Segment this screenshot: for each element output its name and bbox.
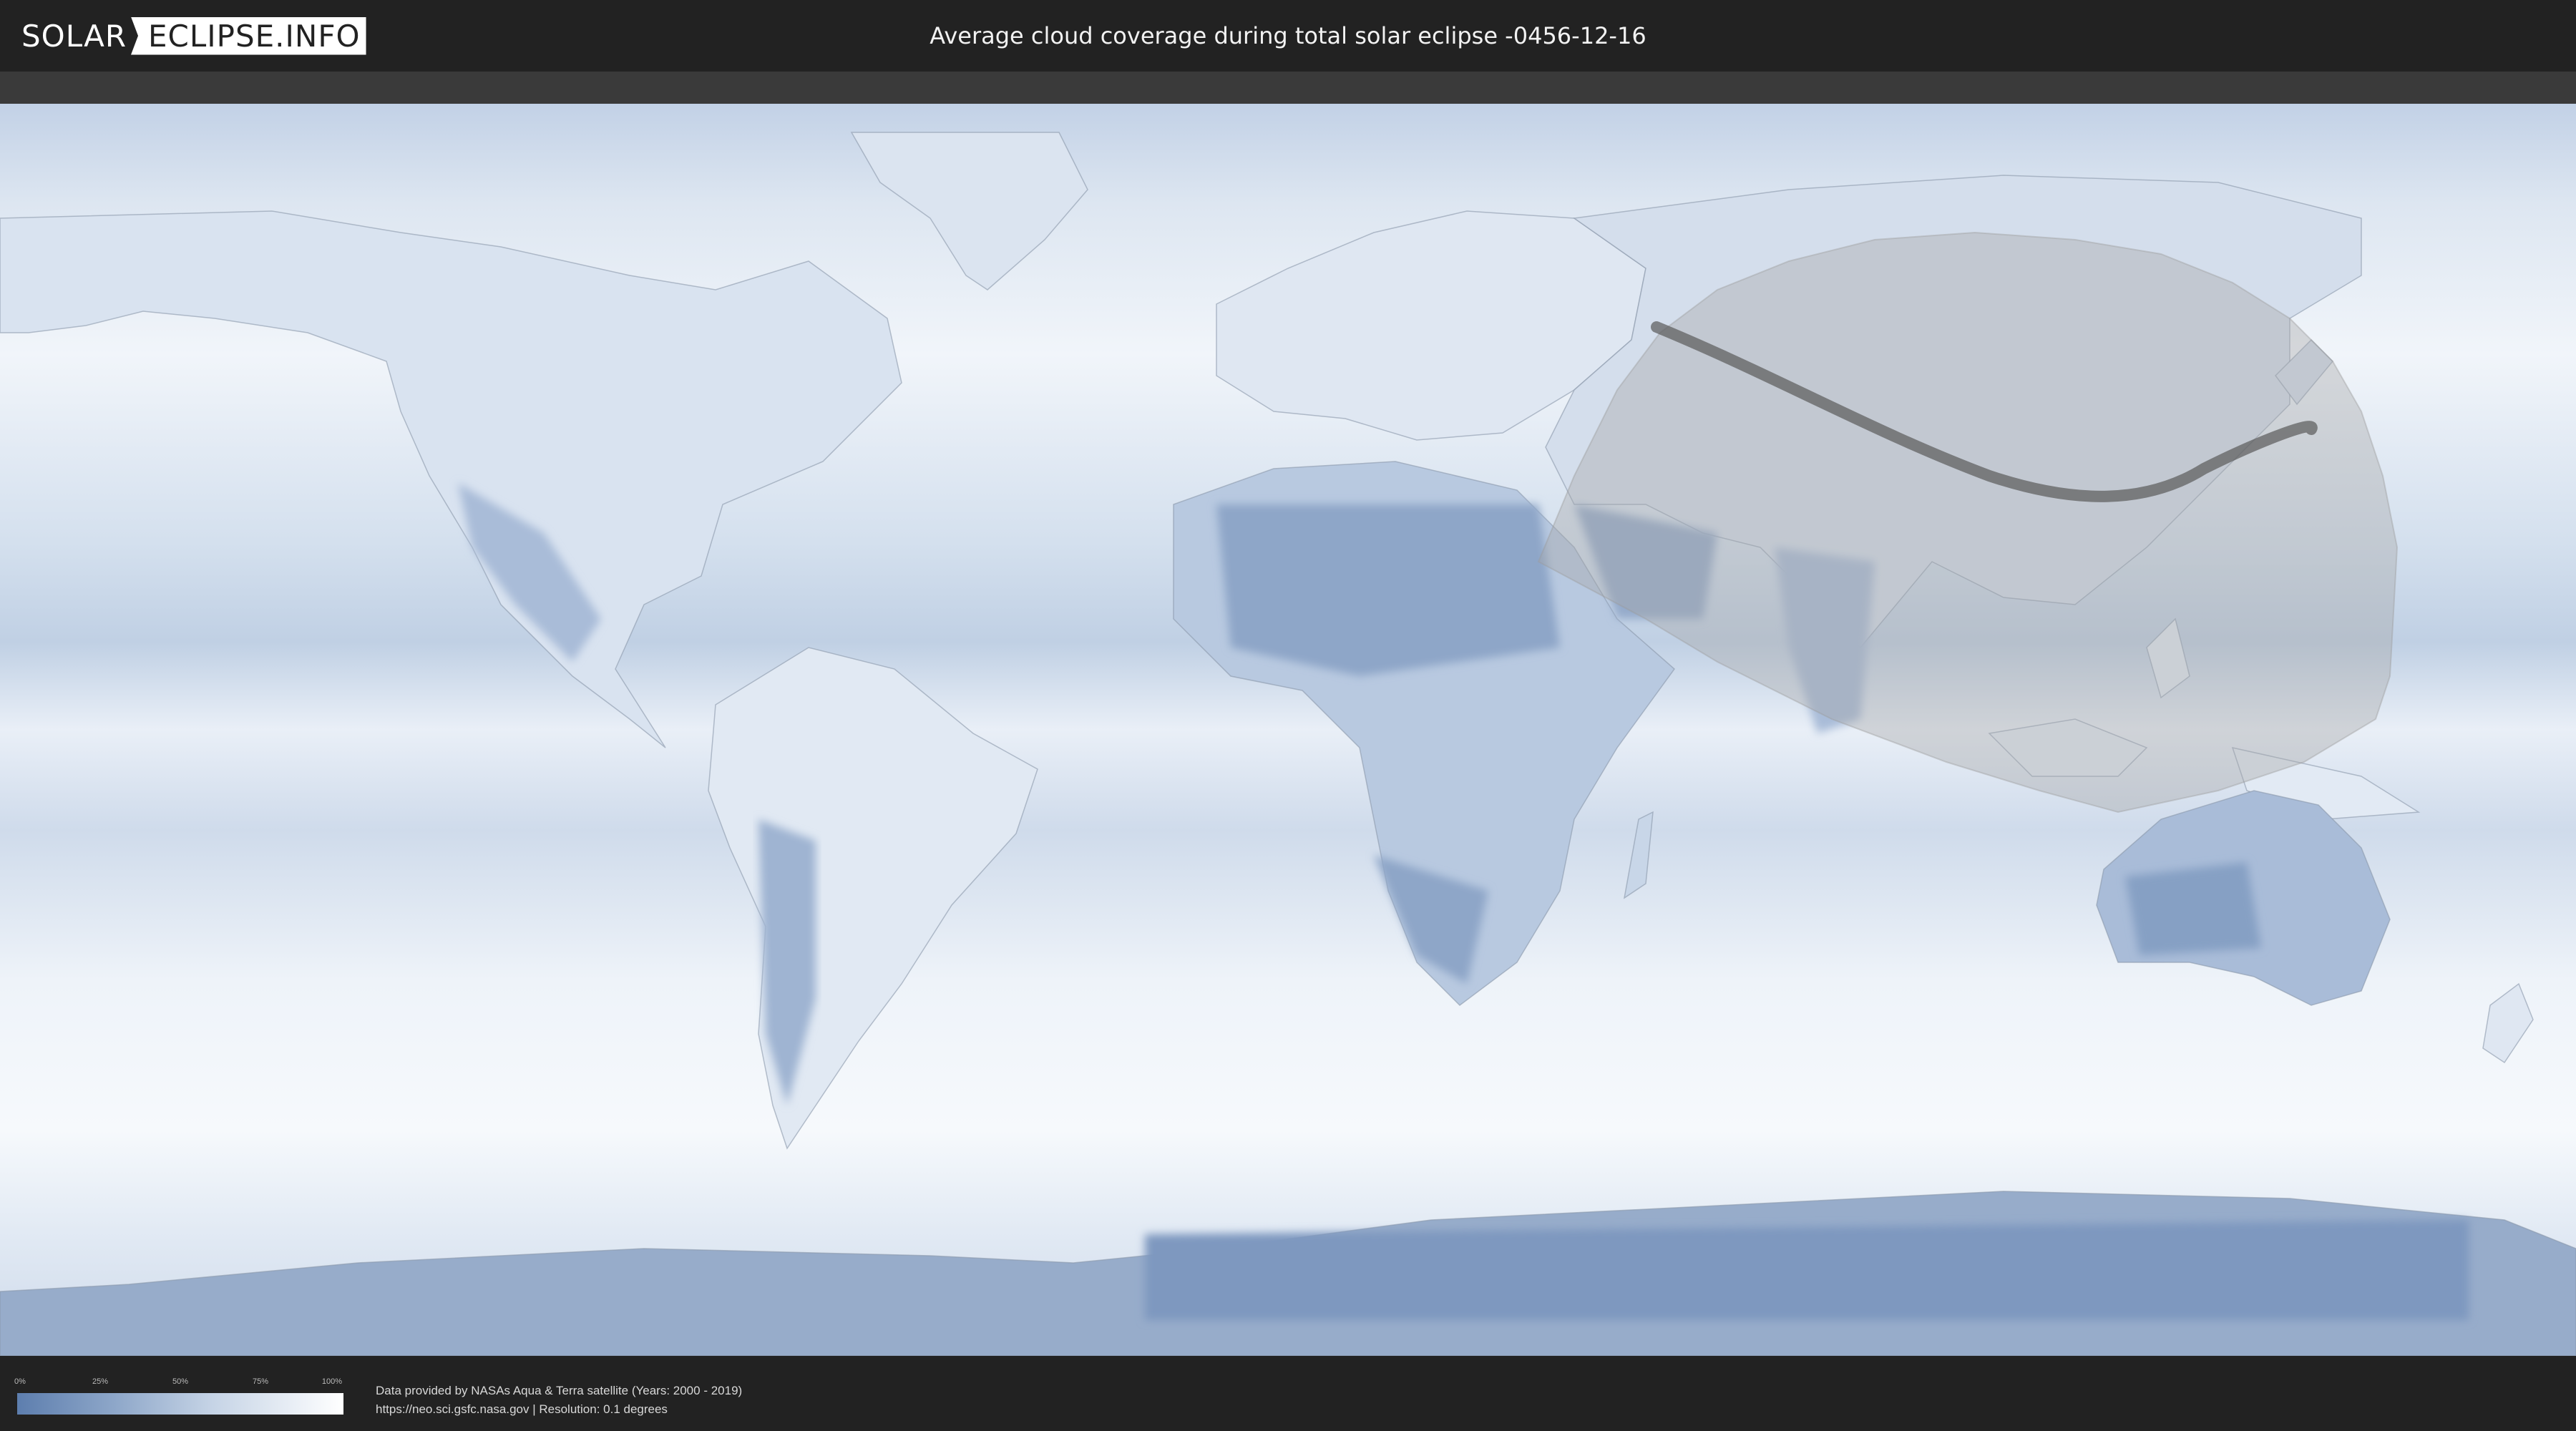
- legend-color-bar: [17, 1393, 343, 1415]
- legend-tick-50: 50%: [172, 1377, 189, 1386]
- antarctica-clear-region: [1145, 1220, 2469, 1320]
- legend-tick-100: 100%: [321, 1377, 343, 1386]
- cloud-coverage-map: [0, 104, 2576, 1356]
- header-bar: SOLAR ECLIPSE.INFO Average cloud coverag…: [0, 0, 2576, 72]
- world-map-svg: [0, 104, 2576, 1356]
- legend-tick-0: 0%: [14, 1377, 26, 1386]
- page-title: Average cloud coverage during total sola…: [930, 22, 1646, 49]
- cloud-coverage-legend: 0% 25% 50% 75% 100%: [14, 1377, 343, 1415]
- australia-clear-region: [2125, 862, 2261, 955]
- legend-ticks: 0% 25% 50% 75% 100%: [14, 1377, 343, 1392]
- attribution-line-2[interactable]: https://neo.sci.gsfc.nasa.gov | Resoluti…: [376, 1400, 742, 1419]
- footer-bar: 0% 25% 50% 75% 100% Data provided by NAS…: [0, 1356, 2576, 1431]
- map-top-strip: [0, 72, 2576, 104]
- attribution-line-1: Data provided by NASAs Aqua & Terra sate…: [376, 1384, 743, 1397]
- attribution: Data provided by NASAs Aqua & Terra sate…: [376, 1382, 742, 1419]
- legend-tick-75: 75%: [252, 1377, 269, 1386]
- sahara-clear-region: [1216, 504, 1560, 676]
- legend-tick-25: 25%: [92, 1377, 109, 1386]
